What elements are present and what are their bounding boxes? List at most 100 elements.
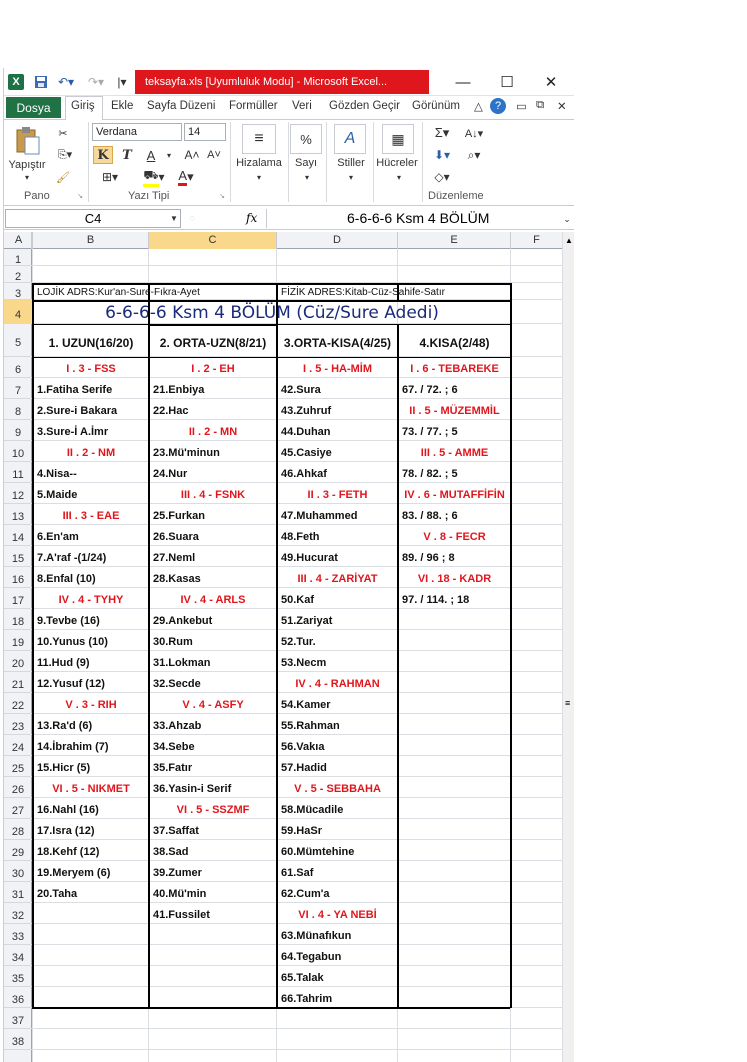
row-header-24[interactable]: 24 bbox=[4, 735, 32, 756]
copy-icon[interactable]: ⎘▾ bbox=[52, 146, 78, 164]
close-icon[interactable]: ✕ bbox=[536, 71, 566, 93]
cell-sura[interactable]: 54.Kamer bbox=[278, 696, 397, 714]
cell-section-label[interactable]: III . 4 - ZARİYAT bbox=[278, 570, 397, 588]
borders-icon[interactable]: ⊞▾ bbox=[96, 168, 124, 186]
row-header-34[interactable]: 34 bbox=[4, 945, 32, 966]
underline-dropdown-icon[interactable]: ▾ bbox=[164, 146, 174, 164]
expand-formula-icon[interactable]: ⌄ bbox=[560, 212, 574, 226]
row-header-5[interactable]: 5 bbox=[4, 324, 32, 357]
cell-sura[interactable]: 15.Hicr (5) bbox=[34, 759, 148, 777]
cell-sura[interactable]: 37.Saffat bbox=[150, 822, 276, 840]
cell-sura[interactable]: 8.Enfal (10) bbox=[34, 570, 148, 588]
row-header-31[interactable]: 31 bbox=[4, 882, 32, 903]
row-header-13[interactable]: 13 bbox=[4, 504, 32, 525]
tab-view[interactable]: Görünüm bbox=[412, 100, 460, 112]
find-select-icon[interactable]: ⌕▾ bbox=[460, 146, 488, 164]
cell-section-label[interactable]: VI . 5 - NIKMET bbox=[34, 780, 148, 798]
row-header-29[interactable]: 29 bbox=[4, 840, 32, 861]
column-header-F[interactable]: F bbox=[511, 232, 562, 249]
cell-sura[interactable]: 57.Hadid bbox=[278, 759, 397, 777]
cell-sura[interactable]: 78. / 82. ; 5 bbox=[399, 465, 510, 483]
styles-button[interactable]: Stiller bbox=[332, 156, 370, 170]
cell-section-label[interactable]: II . 5 - MÜZEMMİL bbox=[399, 402, 510, 420]
cell-section-label[interactable]: IV . 6 - MUTAFFİFİN bbox=[399, 486, 510, 504]
insert-function-icon[interactable]: fx bbox=[246, 211, 257, 225]
cell-sura[interactable]: 35.Fatır bbox=[150, 759, 276, 777]
cell-sura[interactable]: 62.Cum'a bbox=[278, 885, 397, 903]
cell-sura[interactable]: 58.Mücadile bbox=[278, 801, 397, 819]
cell-section-label[interactable]: IV . 4 - TYHY bbox=[34, 591, 148, 609]
maximize-icon[interactable]: ☐ bbox=[492, 71, 522, 93]
row-header-28[interactable]: 28 bbox=[4, 819, 32, 840]
row-header-23[interactable]: 23 bbox=[4, 714, 32, 735]
cell-sura[interactable]: 83. / 88. ; 6 bbox=[399, 507, 510, 525]
excel-icon[interactable]: X bbox=[8, 74, 24, 90]
row-header-20[interactable]: 20 bbox=[4, 651, 32, 672]
cell-sura[interactable]: 4.Nisa-- bbox=[34, 465, 148, 483]
cell-sura[interactable]: 56.Vakıa bbox=[278, 738, 397, 756]
cell-sura[interactable]: 17.Isra (12) bbox=[34, 822, 148, 840]
cell-sura[interactable]: 42.Sura bbox=[278, 381, 397, 399]
redo-icon[interactable]: ↷▾ bbox=[84, 73, 108, 91]
vertical-scrollbar[interactable]: ▲ ≡ bbox=[562, 232, 574, 1062]
row-header-38[interactable]: 38 bbox=[4, 1029, 32, 1050]
tab-page-layout[interactable]: Sayfa Düzeni bbox=[147, 100, 215, 112]
cell-section-label[interactable]: II . 2 - NM bbox=[34, 444, 148, 462]
name-box[interactable]: C4 bbox=[5, 209, 181, 228]
font-launcher-icon[interactable]: ↘ bbox=[218, 192, 226, 200]
cell-sura[interactable]: 11.Hud (9) bbox=[34, 654, 148, 672]
fill-icon[interactable]: ⬇▾ bbox=[428, 146, 456, 164]
cells-icon[interactable]: ▦ bbox=[382, 124, 414, 154]
cell-sura[interactable]: 29.Ankebut bbox=[150, 612, 276, 630]
number-icon[interactable]: % bbox=[290, 124, 322, 154]
cell-sura[interactable]: 22.Hac bbox=[150, 402, 276, 420]
row-header-10[interactable]: 10 bbox=[4, 441, 32, 462]
row-header-3[interactable]: 3 bbox=[4, 283, 32, 300]
sort-filter-icon[interactable]: A↓▾ bbox=[460, 124, 488, 142]
cell-sura[interactable]: 14.İbrahim (7) bbox=[34, 738, 148, 756]
cell-section-label[interactable]: VI . 4 - YA NEBİ bbox=[278, 906, 397, 924]
cell-sura[interactable]: 18.Kehf (12) bbox=[34, 843, 148, 861]
cell-sura[interactable]: 31.Lokman bbox=[150, 654, 276, 672]
file-tab[interactable]: Dosya bbox=[6, 97, 61, 118]
cell-sura[interactable]: 9.Tevbe (16) bbox=[34, 612, 148, 630]
cell-sura[interactable]: 16.Nahl (16) bbox=[34, 801, 148, 819]
cell-column-heading[interactable]: 4.KISA(2/48) bbox=[399, 330, 510, 357]
select-all-corner[interactable] bbox=[4, 232, 32, 249]
font-size-select[interactable]: 14 bbox=[184, 123, 226, 141]
cell-sura[interactable]: 24.Nur bbox=[150, 465, 276, 483]
row-header-18[interactable]: 18 bbox=[4, 609, 32, 630]
row-header-16[interactable]: 16 bbox=[4, 567, 32, 588]
cell-column-heading[interactable]: 1. UZUN(16/20) bbox=[34, 330, 148, 357]
cell-sura[interactable]: 6.En'am bbox=[34, 528, 148, 546]
row-header-17[interactable]: 17 bbox=[4, 588, 32, 609]
styles-icon[interactable]: A bbox=[334, 124, 366, 154]
tab-formulas[interactable]: Formüller bbox=[229, 100, 278, 112]
number-dropdown-icon[interactable]: ▾ bbox=[302, 172, 312, 182]
cell-sura[interactable]: 26.Suara bbox=[150, 528, 276, 546]
cell-sura[interactable]: 63.Münafıkun bbox=[278, 927, 397, 945]
cell-sura[interactable]: 61.Saf bbox=[278, 864, 397, 882]
row-header-36[interactable]: 36 bbox=[4, 987, 32, 1008]
cell-sura[interactable]: 59.HaSr bbox=[278, 822, 397, 840]
workbook-minimize-icon[interactable]: ▭ bbox=[516, 99, 527, 113]
cell-section-label[interactable]: V . 4 - ASFY bbox=[150, 696, 276, 714]
cell-section-label[interactable]: V . 8 - FECR bbox=[399, 528, 510, 546]
cell-sura[interactable]: 5.Maide bbox=[34, 486, 148, 504]
cell-section-label[interactable]: IV . 4 - ARLS bbox=[150, 591, 276, 609]
cell-sura[interactable]: 41.Fussilet bbox=[150, 906, 276, 924]
customize-qa-icon[interactable]: |▾ bbox=[114, 73, 130, 91]
save-icon[interactable] bbox=[32, 73, 50, 91]
column-header-D[interactable]: D bbox=[277, 232, 398, 249]
help-icon[interactable]: ? bbox=[490, 98, 506, 114]
row-header-12[interactable]: 12 bbox=[4, 483, 32, 504]
row-header-9[interactable]: 9 bbox=[4, 420, 32, 441]
cell-sura[interactable]: 52.Tur. bbox=[278, 633, 397, 651]
clipboard-launcher-icon[interactable]: ↘ bbox=[76, 192, 84, 200]
cell-sura[interactable]: 60.Mümtehine bbox=[278, 843, 397, 861]
tab-insert[interactable]: Ekle bbox=[111, 100, 133, 112]
row-header-25[interactable]: 25 bbox=[4, 756, 32, 777]
column-header-E[interactable]: E bbox=[398, 232, 511, 249]
minimize-icon[interactable]: — bbox=[448, 71, 478, 93]
clear-icon[interactable]: ◇▾ bbox=[428, 168, 456, 186]
